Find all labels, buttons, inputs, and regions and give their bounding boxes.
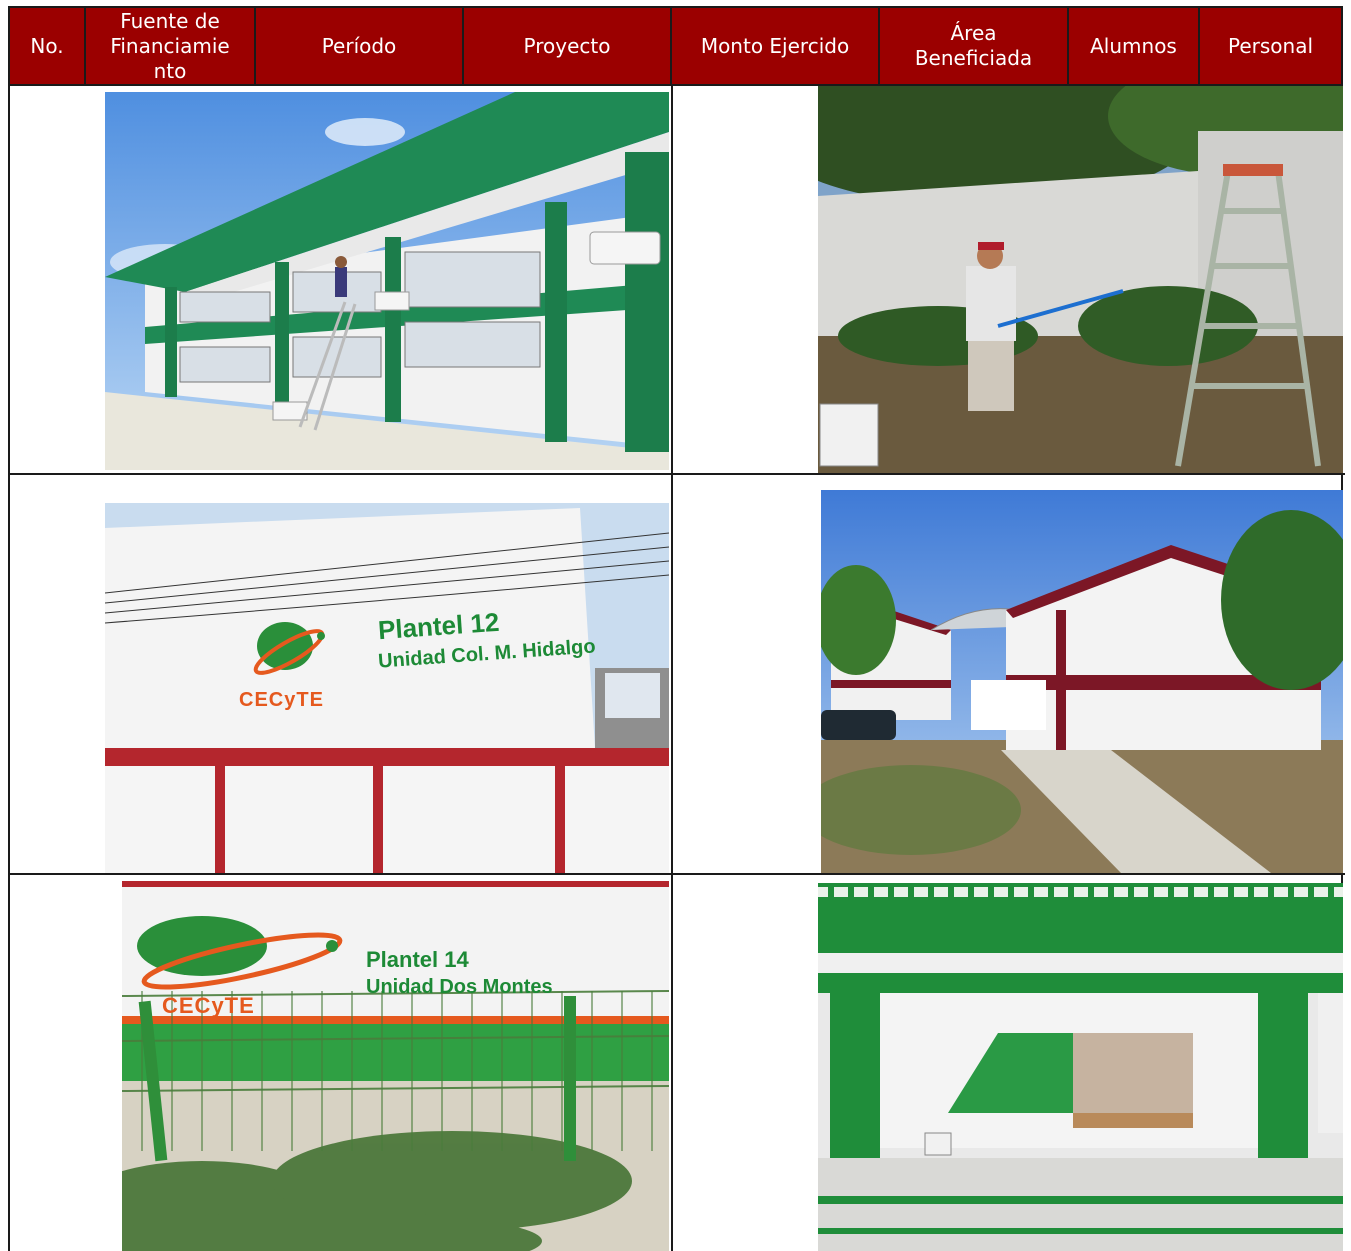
row-divider [10, 873, 1345, 875]
header-personal: Personal [1227, 33, 1314, 58]
photo-maroon-building-exterior [821, 490, 1343, 873]
header-no: No. [10, 8, 86, 84]
photo-green-entrance-stairs [818, 883, 1343, 1251]
header-proyecto: Proyecto [464, 8, 672, 84]
photo-green-building-painting [105, 92, 669, 470]
header-alumnos: Alumnos [1069, 8, 1200, 84]
row-divider [10, 473, 1345, 475]
header-periodo: Período [256, 8, 464, 84]
photo-plantel-14-wall: Plantel 14 Unidad Dos Montes CECyTE [122, 881, 669, 1251]
plantel-14-subtitle: Unidad Dos Montes [366, 976, 553, 998]
photo-plantel-12-wall: Plantel 12 Unidad Col. M. Hidalgo CECyTE [105, 503, 669, 873]
photo-painting-perimeter-wall [818, 86, 1343, 473]
cecyte-brand: CECyTE [162, 993, 255, 1018]
header-monto: Monto Ejercido [672, 8, 880, 84]
table-body: Plantel 12 Unidad Col. M. Hidalgo CECyTE [8, 86, 1345, 1251]
plantel-14-title: Plantel 14 [366, 947, 469, 972]
header-area: Área Beneficiada [880, 8, 1069, 84]
table-header: No. Fuente de Financiamie nto Período Pr… [8, 6, 1343, 86]
evidence-table: No. Fuente de Financiamie nto Período Pr… [8, 6, 1345, 1251]
column-divider [671, 86, 673, 1251]
header-fuente: Fuente de Financiamie nto [86, 8, 256, 84]
cecyte-brand: CECyTE [239, 689, 324, 711]
